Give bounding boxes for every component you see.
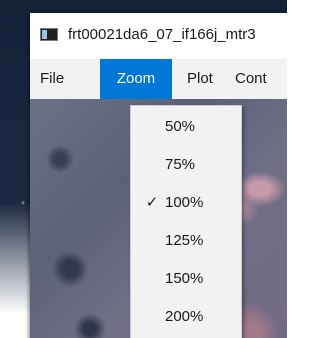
menu-plot[interactable]: Plot [187,59,213,99]
zoom-option-label: 200% [165,308,204,325]
window-title: frt00021da6_07_if166j_mtr3 [68,26,256,43]
zoom-option-label: 50% [165,118,196,135]
zoom-option-label: 75% [165,156,196,173]
zoom-dropdown-menu: 50% 75% ✓ 100% 125% 150% 200% [130,105,242,338]
screen: frt00021da6_07_if166j_mtr3 File Zoom Plo… [0,0,287,338]
check-icon: ✓ [145,194,159,211]
zoom-option-200[interactable]: 200% [131,302,241,332]
zoom-option-50[interactable]: 50% [131,112,241,142]
zoom-option-150[interactable]: 150% [131,264,241,294]
zoom-option-label: 150% [165,270,204,287]
app-window: frt00021da6_07_if166j_mtr3 File Zoom Plo… [30,13,287,338]
zoom-option-label: 125% [165,232,204,249]
zoom-option-125[interactable]: 125% [131,226,241,256]
menu-file[interactable]: File [40,59,64,99]
zoom-option-75[interactable]: 75% [131,150,241,180]
zoom-option-label: 100% [165,194,204,211]
zoom-option-100[interactable]: ✓ 100% [131,188,241,218]
menu-zoom[interactable]: Zoom [100,59,172,99]
menu-controls[interactable]: Cont [235,59,267,99]
menu-bar: File Zoom Plot Cont [30,59,287,99]
app-icon [40,28,58,41]
title-bar[interactable]: frt00021da6_07_if166j_mtr3 [30,13,287,59]
